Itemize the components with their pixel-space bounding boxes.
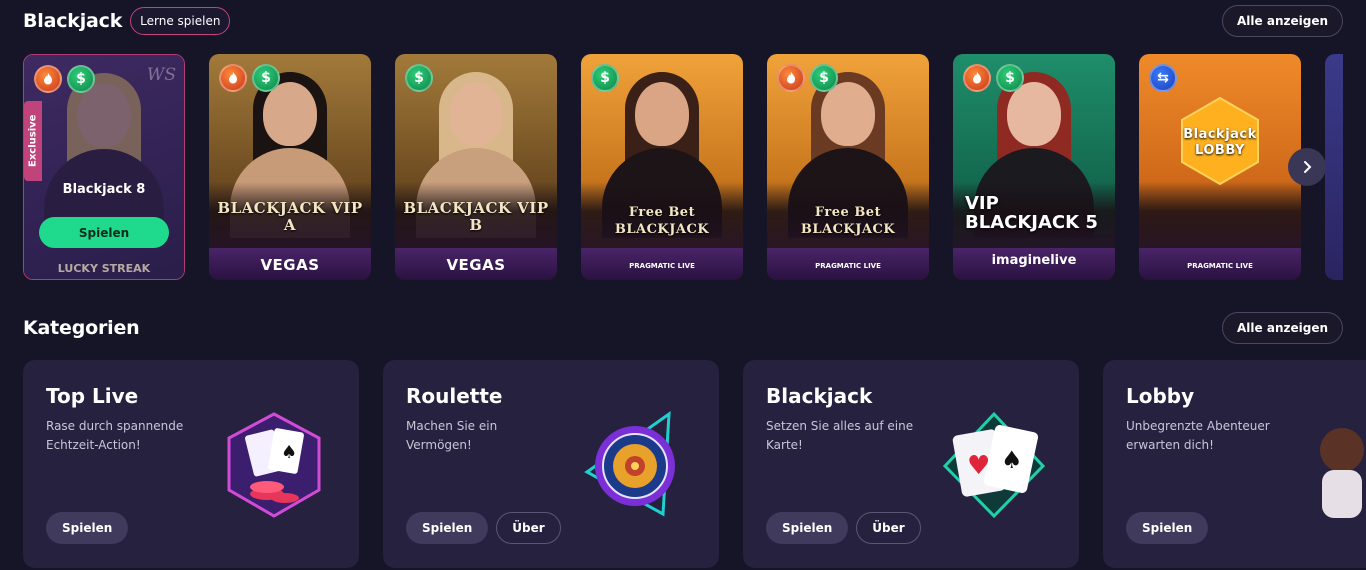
chevron-right-icon (1304, 161, 1312, 173)
playing-cards-icon: ♥ ♠ (942, 411, 1046, 519)
svg-text:♠: ♠ (1001, 446, 1023, 474)
cash-icon: $ (591, 64, 619, 92)
svg-text:♥: ♥ (967, 451, 990, 481)
provider-logo: imaginelive (991, 253, 1077, 268)
fire-icon (34, 65, 62, 93)
tile-badges: $ (777, 64, 838, 92)
game-tile-free-bet-blackjack-1[interactable]: $ Free Bet BLACKJACK PRAGMATIC LIVE (581, 54, 743, 280)
cash-icon: $ (252, 64, 280, 92)
game-tile-blackjack-vip-a[interactable]: $ BLACKJACK VIP A VEGAS (209, 54, 371, 280)
categories-show-all-button[interactable]: Alle anzeigen (1222, 312, 1343, 344)
category-card-top-live[interactable]: Top Live Rase durch spannende Echtzeit-A… (23, 360, 359, 568)
tile-badges: $ (219, 64, 280, 92)
fire-icon (777, 64, 805, 92)
play-button[interactable]: Spielen (39, 217, 169, 248)
category-description: Rase durch spannende Echtzeit-Action! (46, 419, 184, 452)
game-tile-blackjack-lobby[interactable]: ⇆ Blackjack LOBBY PRAGMATIC LIVE (1139, 54, 1301, 280)
play-button[interactable]: Spielen (1126, 512, 1209, 544)
svg-text:♠: ♠ (281, 442, 297, 463)
game-tile-blackjack-vip-b[interactable]: $ BLACKJACK VIP B VEGAS (395, 54, 557, 280)
cards-and-chips-icon: ♠ (227, 412, 321, 518)
game-logo: BLACKJACK VIP B (403, 199, 549, 234)
provider-logo: PRAGMATIC LIVE (1187, 262, 1253, 270)
category-card-roulette[interactable]: Roulette Machen Sie ein Vermögen! Spiele… (383, 360, 719, 568)
categories-section-header: Kategorien Alle anzeigen (23, 312, 1343, 344)
provider-logo: VEGAS (260, 256, 320, 274)
category-card-blackjack[interactable]: Blackjack Setzen Sie alles auf eine Kart… (743, 360, 1079, 568)
provider-watermark: WS (146, 65, 176, 85)
provider-logo: LUCKY STREAK (57, 262, 151, 275)
dealer-face (635, 82, 689, 146)
cash-icon: $ (405, 64, 433, 92)
fire-icon (963, 64, 991, 92)
blackjack-section-title: Blackjack (23, 10, 123, 32)
exclusive-ribbon: Exclusive (24, 101, 42, 181)
game-logo: VIP BLACKJACK 5 (965, 193, 1098, 233)
category-title: Blackjack (766, 384, 873, 408)
cash-icon: $ (810, 64, 838, 92)
game-logo: Free Bet BLACKJACK (800, 205, 896, 237)
learn-to-play-button[interactable]: Lerne spielen (130, 7, 231, 35)
play-button[interactable]: Spielen (766, 512, 849, 544)
cash-icon: $ (67, 65, 95, 93)
category-title: Roulette (406, 384, 503, 408)
blackjack-games-carousel: $ WS Exclusive Blackjack 8 Spielen LUCKY… (23, 54, 1343, 280)
blackjack-show-all-button[interactable]: Alle anzeigen (1222, 5, 1343, 37)
category-title: Lobby (1126, 384, 1195, 408)
dealer-face (449, 82, 503, 146)
provider-logo: PRAGMATIC LIVE (629, 262, 695, 270)
roulette-wheel-icon (584, 410, 675, 517)
tile-badges: $ (405, 64, 433, 92)
game-title: Blackjack 8 (62, 182, 146, 197)
tile-background (1325, 54, 1343, 280)
about-button[interactable]: Über (496, 512, 561, 544)
provider-logo: VEGAS (446, 256, 506, 274)
category-title: Top Live (46, 384, 139, 408)
categories-section-title: Kategorien (23, 317, 140, 339)
category-description: Setzen Sie alles auf eine Karte! (766, 419, 914, 452)
game-tile-free-bet-blackjack-2[interactable]: $ Free Bet BLACKJACK PRAGMATIC LIVE (767, 54, 929, 280)
category-card-lobby[interactable]: Lobby Unbegrenzte Abenteuer erwarten dic… (1103, 360, 1366, 568)
lobby-dealer-icon (1320, 428, 1364, 518)
carousel-next-button[interactable] (1288, 148, 1326, 186)
fire-icon (219, 64, 247, 92)
tile-badges: $ (34, 65, 95, 93)
game-logo: Blackjack LOBBY (1183, 127, 1257, 158)
swap-icon: ⇆ (1149, 64, 1177, 92)
game-tile-vip-blackjack-5[interactable]: $ VIP BLACKJACK 5 imaginelive (953, 54, 1115, 280)
game-tile-blackjack-8[interactable]: $ WS Exclusive Blackjack 8 Spielen LUCKY… (23, 54, 185, 280)
category-description: Machen Sie ein Vermögen! (406, 419, 498, 452)
game-tile-partial[interactable] (1325, 54, 1343, 280)
play-button[interactable]: Spielen (46, 512, 129, 544)
provider-logo: PRAGMATIC LIVE (815, 262, 881, 270)
categories-list: Top Live Rase durch spannende Echtzeit-A… (23, 360, 1366, 570)
about-button[interactable]: Über (856, 512, 921, 544)
category-description: Unbegrenzte Abenteuer erwarten dich! (1126, 419, 1270, 452)
tile-badges: $ (591, 64, 619, 92)
tile-badges: $ (963, 64, 1024, 92)
game-logo: Free Bet BLACKJACK (614, 205, 710, 237)
tile-badges: ⇆ (1149, 64, 1177, 92)
game-logo: BLACKJACK VIP A (217, 199, 363, 234)
cash-icon: $ (996, 64, 1024, 92)
play-button[interactable]: Spielen (406, 512, 489, 544)
blackjack-section-header: Blackjack Lerne spielen Alle anzeigen (23, 5, 1343, 37)
